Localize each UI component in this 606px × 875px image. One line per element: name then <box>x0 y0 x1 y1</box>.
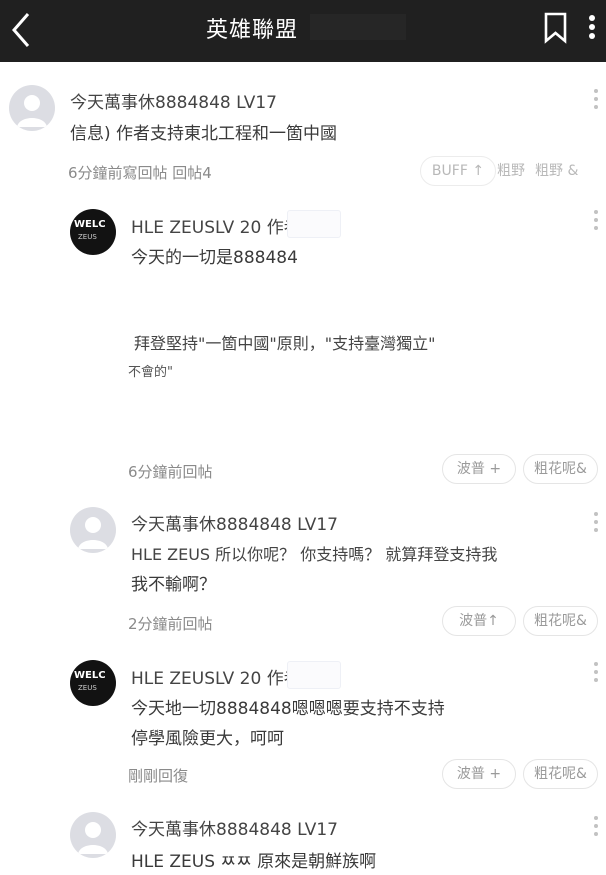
more-options-button[interactable] <box>582 12 602 44</box>
reaction-pill[interactable]: 粗花呢& <box>523 454 598 484</box>
page-title: 英雄聯盟 <box>206 18 299 43</box>
comment-meta: 6分鐘前回帖 <box>128 463 213 481</box>
bookmark-icon <box>544 12 567 44</box>
username[interactable]: 今天萬事休8884848 LV17 <box>131 815 338 840</box>
avatar-text: WELC <box>74 219 106 230</box>
reaction-pill[interactable]: 波普 + <box>442 759 516 789</box>
comment-meta: 2分鐘前回帖 <box>128 615 213 633</box>
more-vertical-icon <box>589 15 595 39</box>
username[interactable]: 今天萬事休8884848 LV17 <box>70 88 277 113</box>
comment-text: 我不輸啊？ <box>131 575 216 595</box>
reaction-pill[interactable]: 波普 + <box>442 454 516 484</box>
reaction-pill[interactable]: 粗花呢& <box>523 759 598 789</box>
comment-meta: 剛剛回復 <box>128 767 189 785</box>
title-redaction <box>310 14 406 40</box>
comment-text: 停學風險更大，呵呵 <box>131 729 284 749</box>
top-app-bar: 英雄聯盟 <box>0 0 606 62</box>
comment-text: 拜登堅持"一箇中國"原則，"支持臺灣獨立" <box>134 334 436 353</box>
comment-more-button[interactable] <box>589 660 603 686</box>
name-redaction <box>287 210 341 238</box>
comment-more-button[interactable] <box>589 208 603 234</box>
comment-text: 不會的" <box>128 365 173 380</box>
comment-text: HLE ZEUS 所以你呢？ 你支持嗎？ 就算拜登支持我 <box>131 545 498 564</box>
username[interactable]: HLE ZEUSLV 20 作者 <box>131 213 301 238</box>
comment-text: 今天的一切是888484 <box>131 248 298 268</box>
back-button[interactable] <box>6 10 42 50</box>
avatar[interactable] <box>9 85 55 131</box>
avatar-text: WELC <box>74 670 106 681</box>
reaction-pill[interactable]: BUFF ↑ <box>420 156 496 186</box>
username[interactable]: HLE ZEUSLV 20 作者 <box>131 664 301 689</box>
reaction-label[interactable]: 粗野 <box>497 160 525 180</box>
comment-more-button[interactable] <box>589 510 603 536</box>
avatar[interactable] <box>70 812 116 858</box>
avatar[interactable] <box>70 507 116 553</box>
default-user-icon <box>17 95 47 127</box>
comment-text: 今天地一切8884848嗯嗯嗯要支持不支持 <box>131 699 445 719</box>
reaction-label[interactable]: 粗野 & <box>535 160 578 180</box>
username[interactable]: 今天萬事休8884848 LV17 <box>131 510 338 535</box>
comment-more-button[interactable] <box>589 814 603 840</box>
comment-text: 信息) 作者支持東北工程和一箇中國 <box>70 124 338 144</box>
name-redaction <box>287 661 341 689</box>
avatar-text: ZEUS <box>78 233 97 241</box>
comment-text: HLE ZEUS ㅉㅉ 原來是朝鮮族啊 <box>131 852 377 872</box>
comment-more-button[interactable] <box>589 87 603 113</box>
default-user-icon <box>78 517 108 549</box>
reaction-pill[interactable]: 粗花呢& <box>523 606 598 636</box>
chevron-left-icon <box>12 13 30 47</box>
reaction-pill[interactable]: 波普↑ <box>442 606 516 636</box>
avatar[interactable]: WELC ZEUS <box>70 660 116 706</box>
bookmark-button[interactable] <box>541 12 571 44</box>
default-user-icon <box>78 822 108 854</box>
avatar[interactable]: WELC ZEUS <box>70 209 116 255</box>
avatar-text: ZEUS <box>78 684 97 692</box>
comment-meta: 6分鐘前寫回帖 回帖4 <box>68 164 212 182</box>
